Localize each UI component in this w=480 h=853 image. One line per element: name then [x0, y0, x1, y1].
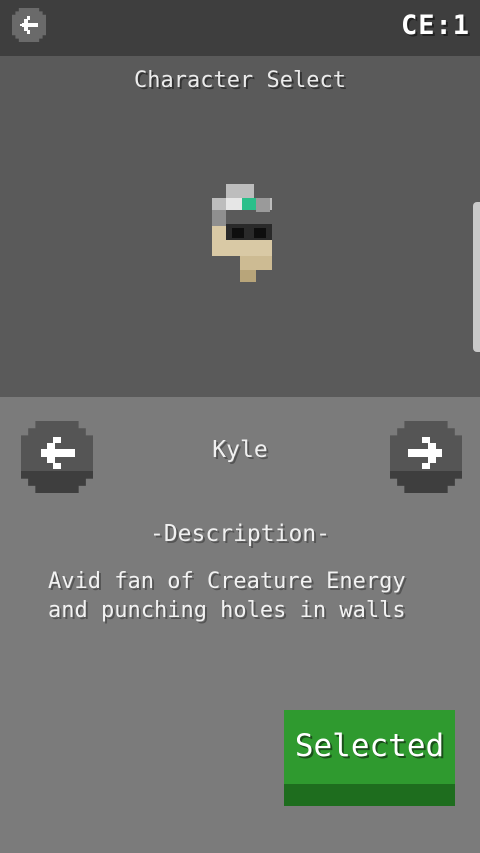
next-character-button[interactable]	[390, 421, 462, 493]
arrow-left-icon	[20, 16, 38, 34]
selected-button[interactable]: Selected	[284, 710, 455, 806]
top-bar: CE:1	[0, 0, 480, 56]
scroll-indicator[interactable]	[473, 202, 480, 352]
page-title: Character Select	[134, 68, 346, 93]
character-preview-area: Character Select	[0, 56, 480, 397]
selected-button-label: Selected	[294, 728, 445, 764]
ce-counter: CE:1	[400, 10, 470, 41]
arrow-right-icon	[408, 437, 442, 469]
description-heading: -Description-	[149, 521, 330, 547]
character-sprite	[212, 184, 272, 282]
back-button[interactable]	[12, 8, 46, 42]
character-description: Avid fan of Creature Energy and punching…	[48, 569, 406, 623]
character-info-panel: Kyle -Description- Avid fan of Creature …	[0, 397, 480, 853]
